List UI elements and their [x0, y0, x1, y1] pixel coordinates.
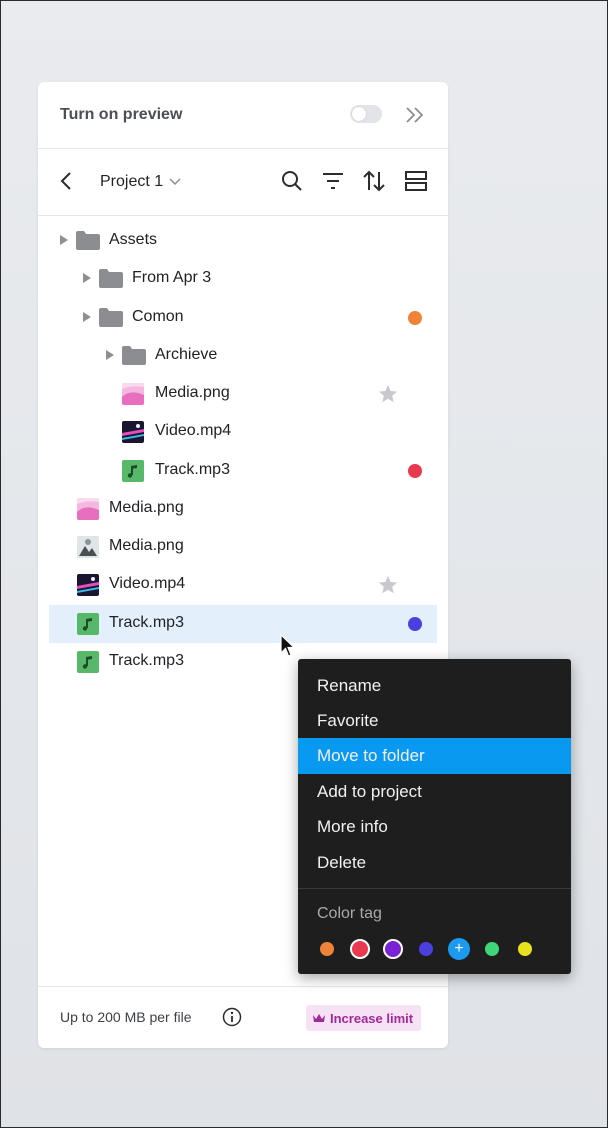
color-swatch[interactable] — [419, 942, 433, 956]
item-name: Media.png — [155, 384, 230, 401]
folder-icon — [99, 307, 123, 327]
folder-row[interactable]: Comon — [49, 299, 437, 337]
add-color-icon[interactable]: + — [448, 938, 470, 960]
image-thumbnail — [122, 383, 144, 405]
video-thumbnail — [77, 574, 99, 597]
crown-icon — [313, 1014, 325, 1022]
file-row[interactable]: Media.png — [49, 528, 437, 566]
item-name: Comon — [132, 307, 184, 325]
project-selector[interactable]: Project 1 — [100, 171, 181, 193]
toggle-knob — [352, 107, 366, 121]
back-arrow-icon[interactable] — [58, 169, 76, 193]
file-row[interactable]: Video.mp4 — [49, 566, 437, 604]
menu-item-label: Add to project — [317, 782, 422, 801]
color-tag-label: Color tag — [317, 905, 382, 922]
item-name: Assets — [109, 231, 158, 248]
footer: Up to 200 MB per file Increase limit — [38, 986, 448, 1049]
item-name: Track.mp3 — [109, 613, 184, 631]
menu-item-label: More info — [317, 817, 388, 836]
star-icon[interactable] — [378, 384, 398, 404]
preview-bar: Turn on preview — [38, 82, 448, 149]
double-chevron-right-icon[interactable] — [404, 104, 426, 126]
folder-row[interactable]: Assets — [49, 222, 437, 260]
menu-item-rename[interactable]: Rename — [298, 668, 571, 704]
search-icon[interactable] — [280, 169, 304, 193]
color-swatch[interactable] — [350, 939, 370, 959]
folder-icon — [76, 231, 100, 250]
audio-file-icon — [77, 650, 99, 673]
audio-file-icon — [122, 459, 144, 482]
file-row[interactable]: Media.png — [49, 490, 437, 528]
menu-item-more-info[interactable]: More info — [298, 809, 571, 845]
menu-item-move-to-folder[interactable]: Move to folder — [298, 738, 571, 774]
preview-label: Turn on preview — [60, 106, 183, 123]
chevron-down-icon — [169, 178, 181, 186]
file-row[interactable]: Track.mp3 — [49, 604, 437, 643]
increase-limit-button[interactable]: Increase limit — [306, 1005, 422, 1031]
item-name: Track.mp3 — [109, 651, 184, 669]
menu-item-label: Favorite — [317, 711, 379, 730]
folder-row[interactable]: From Apr 3 — [49, 260, 437, 298]
filter-icon[interactable] — [321, 169, 345, 193]
caret-right-icon[interactable] — [105, 349, 115, 361]
increase-limit-label: Increase limit — [330, 1010, 414, 1026]
upload-limit-text: Up to 200 MB per file — [60, 1009, 192, 1025]
color-tag-dot — [408, 616, 422, 631]
color-swatch[interactable] — [320, 942, 334, 956]
menu-item-label: Move to folder — [317, 746, 425, 765]
item-name: Media.png — [109, 498, 184, 516]
menu-item-favorite[interactable]: Favorite — [298, 703, 571, 739]
color-tag-dot — [408, 310, 422, 325]
folder-icon — [99, 269, 123, 289]
item-name: Track.mp3 — [155, 460, 230, 478]
item-name: Video.mp4 — [109, 575, 186, 593]
menu-item-add-to-project[interactable]: Add to project — [298, 774, 571, 810]
folder-row[interactable]: Archieve — [49, 337, 437, 375]
menu-item-label: Delete — [317, 853, 367, 872]
item-name: Video.mp4 — [155, 422, 232, 440]
item-name: Media.png — [109, 537, 184, 554]
item-name: From Apr 3 — [132, 269, 212, 287]
menu-divider — [298, 888, 571, 889]
caret-right-icon[interactable] — [82, 272, 92, 284]
item-name: Archieve — [155, 345, 218, 363]
color-swatch[interactable] — [485, 942, 499, 956]
mouse-cursor-icon — [280, 634, 296, 657]
video-thumbnail — [122, 421, 144, 444]
project-name: Project 1 — [100, 173, 164, 190]
file-row[interactable]: Media.png — [49, 375, 437, 413]
info-icon[interactable] — [222, 1007, 242, 1027]
color-swatch[interactable] — [383, 939, 403, 959]
project-toolbar: Project 1 — [38, 149, 448, 216]
star-icon[interactable] — [378, 575, 398, 595]
audio-file-icon — [77, 612, 99, 635]
image-thumbnail — [77, 497, 99, 520]
caret-right-icon[interactable] — [82, 311, 92, 323]
color-tag-dot — [408, 463, 422, 478]
file-row[interactable]: Track.mp3 — [49, 452, 437, 490]
file-row[interactable]: Video.mp4 — [49, 413, 437, 451]
sort-icon[interactable] — [362, 169, 386, 193]
layout-view-icon[interactable] — [404, 169, 428, 193]
image-thumbnail — [77, 536, 99, 558]
caret-right-icon[interactable] — [59, 234, 69, 246]
folder-icon — [122, 345, 146, 365]
color-swatch[interactable] — [518, 942, 532, 956]
menu-item-label: Rename — [317, 676, 382, 695]
context-menu: Rename Favorite Move to folder Add to proje… — [298, 659, 571, 974]
preview-toggle[interactable] — [350, 105, 382, 123]
menu-item-delete[interactable]: Delete — [298, 845, 571, 881]
